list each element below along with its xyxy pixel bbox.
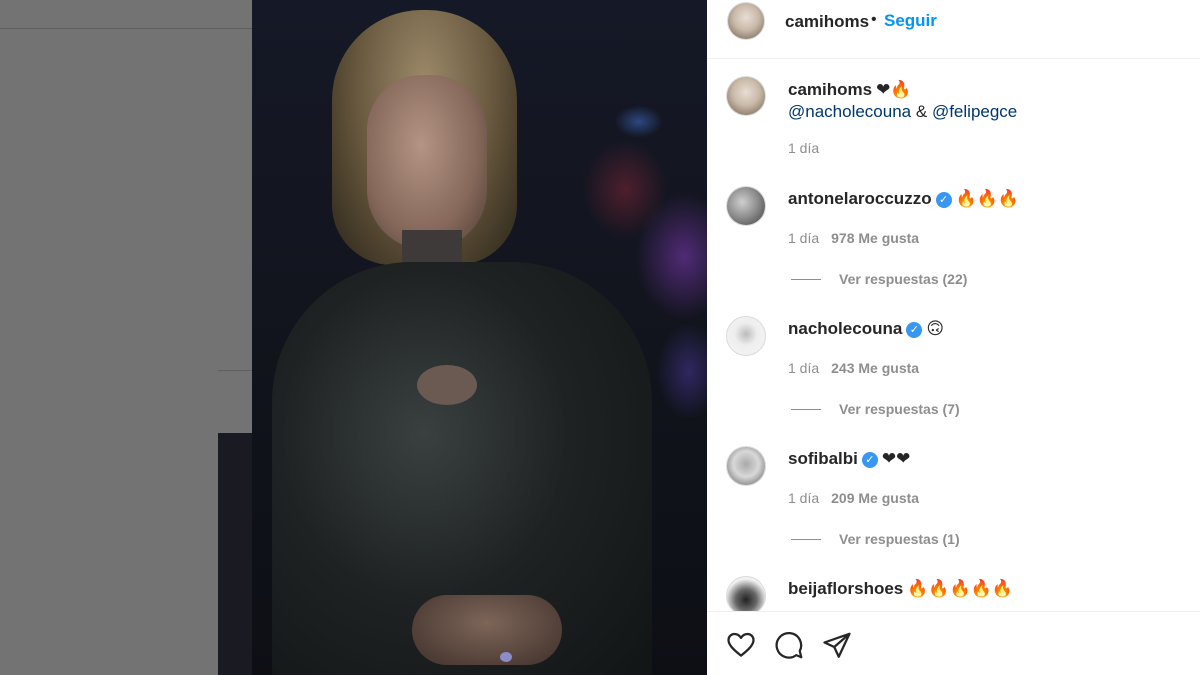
author-avatar[interactable]	[727, 2, 765, 40]
comment-likes[interactable]: 243 Me gusta	[831, 360, 919, 376]
comment-username-text[interactable]: beijaflorshoes	[788, 579, 903, 598]
comment-text: 🙃	[926, 319, 945, 339]
view-replies-button[interactable]: Ver respuestas (1)	[791, 531, 960, 547]
view-replies-label[interactable]: Ver respuestas (22)	[839, 271, 967, 287]
verified-badge-icon: ✓	[906, 322, 923, 338]
comment-time[interactable]: 1 día	[788, 490, 819, 506]
mention-link[interactable]: @nacholecouna	[788, 102, 911, 121]
comment-avatar[interactable]	[726, 446, 766, 486]
replies-line	[791, 279, 821, 280]
photo-detail	[417, 365, 477, 405]
comment-text: 🔥🔥🔥	[955, 189, 1020, 209]
comment-username[interactable]: nacholecouna ✓ 🙃	[788, 319, 944, 339]
comment-username[interactable]: antonelaroccuzzo ✓ 🔥🔥🔥	[788, 189, 1019, 209]
view-replies-label[interactable]: Ver respuestas (7)	[839, 401, 960, 417]
mention-link[interactable]: @felipegce	[932, 102, 1017, 121]
comment-username[interactable]: sofibalbi ✓ ❤❤	[788, 449, 910, 469]
background-divider	[218, 370, 252, 371]
share-paper-plane-icon[interactable]	[822, 630, 852, 660]
view-replies-label[interactable]: Ver respuestas (1)	[839, 531, 960, 547]
follow-button[interactable]: Seguir	[884, 11, 937, 31]
comment-username-text[interactable]: nacholecouna	[788, 319, 902, 338]
comment-avatar[interactable]	[726, 186, 766, 226]
comment-text: 🔥🔥🔥🔥🔥	[907, 579, 1014, 599]
comment-meta: 1 día 243 Me gusta	[788, 360, 919, 376]
comment-username[interactable]: beijaflorshoes 🔥🔥🔥🔥🔥	[788, 579, 1013, 599]
comment-likes[interactable]: 209 Me gusta	[831, 490, 919, 506]
caption-emoji: ❤🔥	[876, 80, 912, 100]
view-replies-button[interactable]: Ver respuestas (22)	[791, 271, 967, 287]
replies-line	[791, 539, 821, 540]
comment-time[interactable]: 1 día	[788, 360, 819, 376]
caption-username[interactable]: camihoms ❤🔥	[788, 80, 912, 100]
caption-avatar[interactable]	[726, 76, 766, 116]
comments-list[interactable]: camihoms ❤🔥 @nacholecouna & @felipegce 1 …	[707, 60, 1200, 611]
replies-line	[791, 409, 821, 410]
photo-hand	[412, 595, 562, 665]
post-actions-bar	[707, 611, 1200, 675]
caption-mentions: @nacholecouna & @felipegce	[788, 102, 1017, 122]
comment-avatar[interactable]	[726, 316, 766, 356]
photo-face	[367, 75, 487, 250]
comment-bubble-icon[interactable]	[774, 630, 804, 660]
verified-badge-icon: ✓	[861, 452, 878, 468]
comment-likes[interactable]: 978 Me gusta	[831, 230, 919, 246]
photo-ring	[500, 652, 512, 662]
caption-username-text[interactable]: camihoms	[788, 80, 872, 99]
separator-dot: •	[871, 11, 877, 28]
comment-time[interactable]: 1 día	[788, 230, 819, 246]
author-username[interactable]: camihoms	[785, 12, 869, 32]
post-side-panel: camihoms • Seguir camihoms ❤🔥 @nacholecou…	[707, 0, 1200, 675]
caption-time: 1 día	[788, 140, 820, 156]
verified-badge-icon: ✓	[935, 192, 952, 208]
comment-meta: 1 día 209 Me gusta	[788, 490, 919, 506]
background-divider	[0, 28, 252, 29]
comment-avatar[interactable]	[726, 576, 766, 611]
heart-icon[interactable]	[726, 630, 756, 660]
view-replies-button[interactable]: Ver respuestas (7)	[791, 401, 960, 417]
background-thumbnail	[218, 433, 252, 675]
post-header: camihoms • Seguir	[707, 0, 1200, 59]
comment-text: ❤❤	[881, 449, 911, 469]
comment-username-text[interactable]: antonelaroccuzzo	[788, 189, 932, 208]
caption-ampersand: &	[915, 102, 928, 121]
post-media-image[interactable]	[252, 0, 707, 675]
comment-username-text[interactable]: sofibalbi	[788, 449, 858, 468]
comment-meta: 1 día 978 Me gusta	[788, 230, 919, 246]
